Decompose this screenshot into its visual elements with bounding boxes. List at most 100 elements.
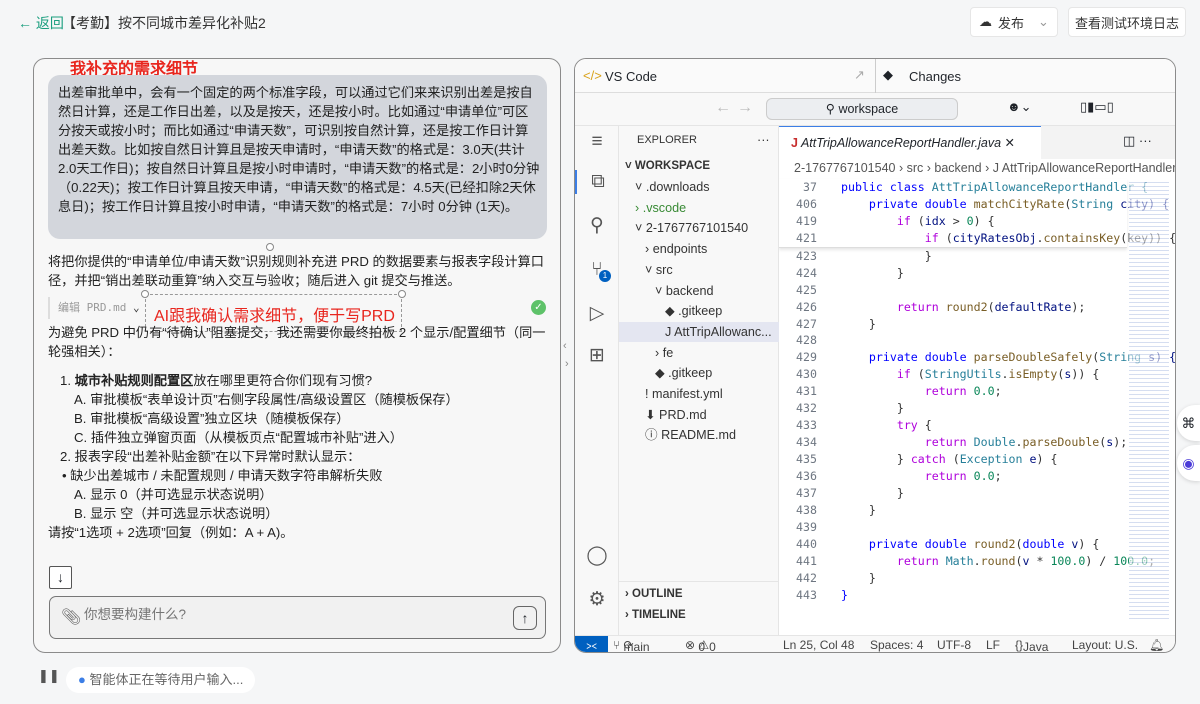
open-external-icon[interactable]: ↗: [854, 67, 865, 83]
code-line: 428: [779, 332, 1127, 349]
collapse-left-icon[interactable]: ‹: [563, 340, 567, 352]
code-token: if: [841, 367, 918, 382]
encoding[interactable]: UTF-8: [937, 638, 971, 652]
explorer-icon[interactable]: ⧉: [575, 170, 619, 194]
view-test-logs-button[interactable]: 查看测试环境日志: [1068, 7, 1186, 37]
expand-right-icon[interactable]: ›: [565, 358, 569, 370]
notifications-bell-icon[interactable]: 🔔︎: [1149, 638, 1164, 652]
explorer-item[interactable]: ˅ src: [645, 260, 673, 280]
code-line: 442 }: [779, 570, 1127, 587]
search-label: workspace: [838, 102, 899, 116]
changes-tab[interactable]: Changes: [909, 69, 961, 84]
timeline-section[interactable]: › TIMELINE: [625, 605, 686, 625]
cursor-position[interactable]: Ln 25, Col 48: [783, 638, 854, 652]
remote-icon[interactable]: ⪥: [575, 636, 608, 652]
code-line: 426 return round2(defaultRate);: [779, 299, 1127, 316]
account-icon[interactable]: ◯: [585, 544, 609, 568]
chat-input[interactable]: [84, 607, 484, 622]
code-token: )) {: [1071, 367, 1100, 382]
tool-call-edit-prd[interactable]: 编辑 PRD.md ⌄: [48, 297, 140, 319]
extensions-icon[interactable]: ⊞: [585, 344, 609, 368]
code-token: *: [1029, 553, 1051, 568]
source-control-icon[interactable]: ⑂ 1: [585, 258, 611, 282]
apps-icon[interactable]: ⌘: [1177, 405, 1200, 441]
code-token: cityRatesObj: [952, 230, 1037, 245]
code-token: round: [980, 553, 1016, 568]
code-line: 435 } catch (Exception e) {: [779, 451, 1127, 468]
code-view[interactable]: 37 public class AttTripAllowanceReportHan…: [779, 179, 1175, 603]
line-number: 434: [796, 435, 817, 450]
code-line: 432 }: [779, 400, 1127, 417]
forward-arrow-icon[interactable]: →: [737, 99, 753, 117]
tool-call-label: 编辑 PRD.md: [58, 301, 127, 314]
scroll-down-button[interactable]: ↓: [49, 566, 72, 589]
back-arrow-icon[interactable]: ←: [715, 99, 731, 117]
git-icon: ◆: [883, 67, 893, 82]
line-number: 419: [796, 213, 817, 228]
send-button[interactable]: ↑: [513, 606, 537, 630]
code-line: 406 private double matchCityRate(String …: [779, 196, 1169, 213]
explorer-item[interactable]: ⓘ README.md: [645, 425, 736, 445]
code-token: }: [841, 265, 904, 280]
editor-tab[interactable]: J AttTripAllowanceReportHandler.java ✕: [779, 126, 1041, 159]
agent-status-label: 智能体正在等待用户输入...: [89, 672, 244, 687]
code-line: 431 return 0.0;: [779, 383, 1127, 400]
explorer-item[interactable]: › endpoints: [645, 239, 707, 259]
assistant-icon[interactable]: ◉: [1177, 445, 1200, 481]
keyboard-layout[interactable]: Layout: U.S.: [1072, 638, 1138, 652]
line-number: 443: [796, 587, 817, 602]
code-token: round2: [973, 536, 1016, 551]
explorer-item[interactable]: ! manifest.yml: [645, 384, 723, 404]
pause-icon[interactable]: ❚❚: [38, 668, 60, 684]
problems-indicator[interactable]: ⊗ 0 ⚠ 0: [685, 638, 716, 652]
language-mode[interactable]: {} Java: [1015, 638, 1048, 652]
split-editor-icon[interactable]: ◫ ···: [1123, 133, 1152, 149]
explorer-item[interactable]: › fe: [655, 343, 673, 363]
branch-indicator[interactable]: ⑂ main ⟳: [613, 638, 650, 652]
explorer-item[interactable]: › .vscode: [635, 198, 686, 218]
vscode-panel: </> VS Code ↗ ◆ Changes ← → ⚲ workspace …: [574, 58, 1176, 653]
explorer-item[interactable]: ◆ .gitkeep: [655, 363, 712, 383]
line-number: 441: [796, 553, 817, 568]
copilot-icon[interactable]: ☻⌄: [1007, 99, 1032, 115]
run-debug-icon[interactable]: ▷: [585, 302, 609, 326]
menu-icon[interactable]: ≡: [585, 130, 609, 154]
explorer-item[interactable]: ˅ 2-1767767101540: [635, 218, 748, 238]
code-line: 425: [779, 282, 1127, 299]
question-list: 1. 城市补贴规则配置区放在哪里更符合你们现有习惯? A. 审批模板“表单设计页…: [48, 373, 459, 540]
more-actions-icon[interactable]: ···: [757, 130, 770, 150]
back-link[interactable]: ← 返回: [18, 13, 64, 33]
code-token: .: [973, 553, 981, 568]
code-token: idx: [924, 213, 946, 228]
explorer-item[interactable]: J AttTripAllowanc...: [619, 321, 779, 342]
code-token: (: [1015, 553, 1023, 568]
eol[interactable]: LF: [986, 638, 1000, 652]
breadcrumb[interactable]: 2-1767767101540 › src › backend › J AttT…: [794, 161, 1175, 175]
code-token: Exception: [959, 452, 1030, 466]
code-token: private double: [841, 196, 974, 211]
explorer-item[interactable]: ˅ backend: [655, 281, 713, 301]
option: A. 显示 0（并可选显示状态说明）: [74, 487, 273, 502]
code-token: AttTripAllowanceReportHandler {: [931, 180, 1149, 194]
attach-icon[interactable]: 📎︎: [61, 607, 81, 627]
explorer-item[interactable]: ˅ .downloads: [635, 177, 710, 197]
option: B. 显示 空（并可选显示状态说明）: [74, 506, 279, 521]
settings-gear-icon[interactable]: ⚙: [585, 588, 609, 612]
code-token: double: [1022, 536, 1072, 551]
outline-section[interactable]: › OUTLINE: [625, 584, 683, 604]
minimap[interactable]: [1129, 179, 1169, 619]
explorer-item[interactable]: ◆ .gitkeep: [665, 301, 722, 321]
close-icon[interactable]: ✕: [1005, 136, 1015, 150]
publish-button[interactable]: ☁ 发布 ⌄: [970, 7, 1058, 37]
indentation[interactable]: Spaces: 4: [870, 638, 923, 652]
search-icon[interactable]: ⚲: [585, 214, 609, 238]
code-token: Math: [945, 553, 974, 568]
code-token: public class: [841, 180, 932, 194]
handle: [141, 290, 149, 298]
command-center-search[interactable]: ⚲ workspace: [766, 98, 958, 120]
workspace-section[interactable]: ˅ WORKSPACE: [625, 156, 710, 176]
explorer-item[interactable]: ⬇ PRD.md: [645, 405, 707, 425]
layout-icon[interactable]: ▯▮▭▯: [1080, 99, 1114, 115]
code-token: ) /: [1085, 553, 1114, 568]
branch-label: main: [623, 640, 650, 653]
